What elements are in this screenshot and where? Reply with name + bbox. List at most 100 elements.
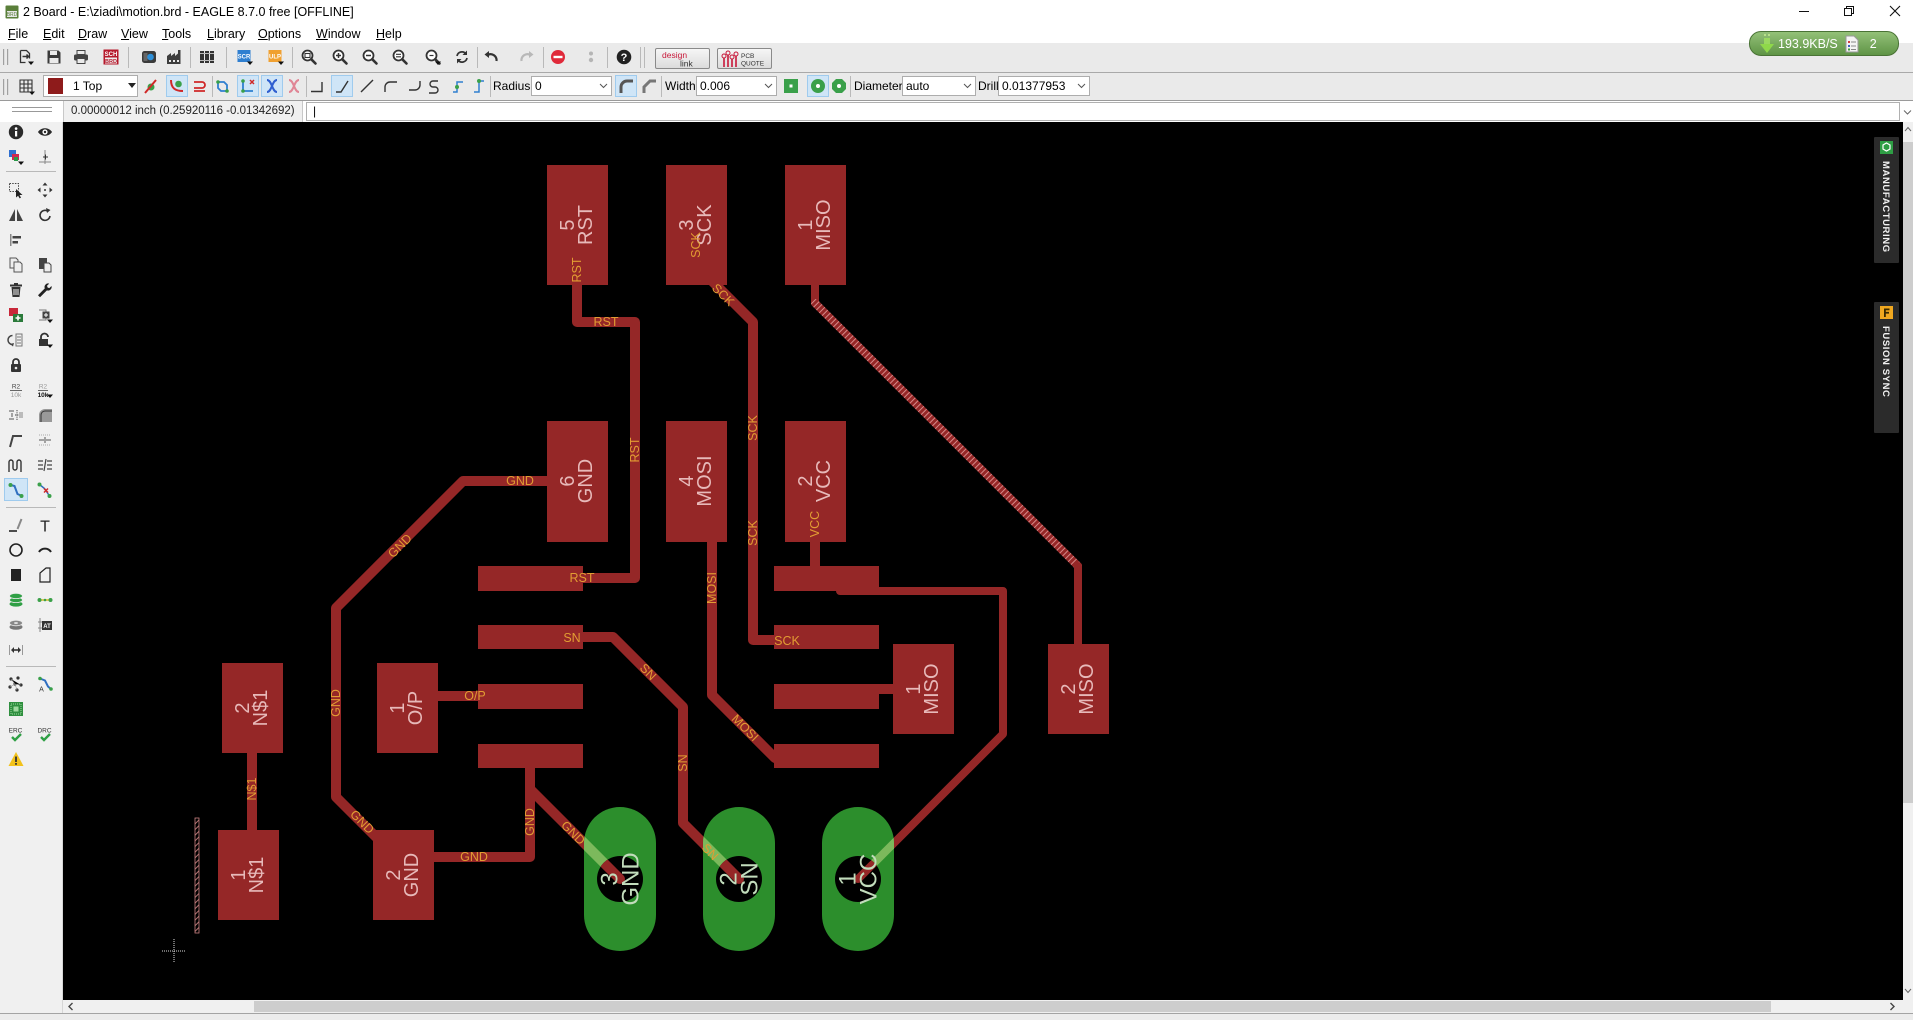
restore-button[interactable] — [1829, 0, 1869, 22]
menu-edit[interactable]: Edit — [43, 27, 65, 41]
board-canvas[interactable]: 5 RST 3 SCK 1 MISO 6 GND 4 MOSI 2 VCC 2 … — [63, 122, 1903, 1000]
paste-icon[interactable] — [33, 253, 57, 276]
via-round-icon[interactable] — [807, 75, 829, 97]
menu-view[interactable]: View — [121, 27, 148, 41]
print-icon[interactable] — [70, 46, 92, 68]
errors-warning-icon[interactable] — [4, 747, 28, 770]
panel-grip-icon[interactable] — [12, 106, 54, 114]
move-icon[interactable] — [33, 178, 57, 201]
signal-icon[interactable] — [33, 588, 57, 611]
lock-menu-icon[interactable] — [33, 328, 57, 351]
via-icon[interactable] — [4, 588, 28, 611]
horizontal-scrollbar[interactable] — [63, 1000, 1903, 1013]
show-icon[interactable] — [33, 120, 57, 143]
wire-icon[interactable] — [4, 513, 28, 536]
zoom-in-icon[interactable] — [329, 46, 351, 68]
trace-gnd-bottom[interactable] — [427, 760, 535, 862]
follow-me-partial-icon[interactable] — [283, 75, 305, 97]
manufacturing-panel-tab[interactable]: MANUFACTURING — [1874, 137, 1899, 263]
menu-window[interactable]: Window — [316, 27, 360, 41]
bend-arc-icon[interactable] — [380, 75, 402, 97]
save-icon[interactable] — [43, 46, 65, 68]
fusion-sync-panel-tab[interactable]: FUSION SYNC — [1874, 302, 1899, 433]
open-icon[interactable] — [15, 46, 37, 68]
meander-icon[interactable] — [4, 453, 28, 476]
via-octagon-icon[interactable] — [828, 75, 850, 97]
close-button[interactable] — [1875, 0, 1913, 22]
scroll-left-icon[interactable] — [67, 1002, 74, 1011]
menu-tools[interactable]: Tools — [162, 27, 191, 41]
change-wrench-icon[interactable] — [33, 278, 57, 301]
rectangle-icon[interactable] — [4, 563, 28, 586]
miter-icon[interactable] — [33, 403, 57, 426]
erc-icon[interactable]: ERC — [4, 722, 28, 745]
arc-icon[interactable] — [33, 538, 57, 561]
value-icon[interactable]: R2 10k — [33, 378, 57, 401]
route-icon[interactable] — [4, 478, 28, 501]
polygon-icon[interactable] — [33, 563, 57, 586]
scroll-right-icon[interactable] — [1889, 1002, 1896, 1011]
via-square-icon[interactable] — [780, 75, 802, 97]
pcb-quote-button[interactable]: PCB QUOTE — [717, 48, 772, 69]
menu-file[interactable]: File — [8, 27, 28, 41]
smash-icon[interactable] — [4, 403, 28, 426]
ic-pad-6[interactable] — [774, 684, 879, 709]
trace-miso-highlighted[interactable] — [811, 299, 1082, 570]
radius-select[interactable]: 0 — [531, 76, 612, 96]
rotate-icon[interactable] — [33, 203, 57, 226]
optimize-icon[interactable] — [33, 428, 57, 451]
ripup-icon[interactable] — [33, 478, 57, 501]
scroll-up-icon[interactable] — [1904, 126, 1912, 132]
switch-schematic-icon[interactable]: SCH BRD — [100, 46, 122, 68]
zoom-out-icon[interactable] — [359, 46, 381, 68]
network-speed-badge[interactable]: 193.9KB/S 2 — [1749, 31, 1899, 56]
grid-icon[interactable] — [16, 76, 38, 98]
group-select-icon[interactable] — [4, 178, 28, 201]
bend-free-icon[interactable] — [356, 75, 378, 97]
redraw-icon[interactable] — [451, 46, 473, 68]
manufacturing-icon[interactable] — [163, 46, 185, 68]
layer-select[interactable]: 1 Top — [43, 75, 138, 97]
board-drawing[interactable]: 5 RST 3 SCK 1 MISO 6 GND 4 MOSI 2 VCC 2 … — [63, 122, 1903, 1000]
info-icon[interactable] — [4, 120, 28, 143]
ic-pad-1[interactable] — [478, 566, 583, 591]
ic-pad-5[interactable] — [774, 744, 879, 768]
horizontal-scroll-thumb[interactable] — [254, 1001, 1771, 1012]
text-icon[interactable]: T — [33, 513, 57, 536]
copy-icon[interactable] — [4, 253, 28, 276]
command-history-chevron-icon[interactable] — [1903, 109, 1912, 116]
vertical-scroll-thumb[interactable] — [1903, 142, 1913, 803]
loop-removal-icon[interactable] — [212, 75, 234, 97]
undo-icon[interactable] — [480, 46, 502, 68]
scroll-down-icon[interactable] — [1904, 988, 1912, 994]
bend-s-icon[interactable] — [423, 75, 445, 97]
bend-90-icon[interactable] — [306, 75, 328, 97]
trace-gnd-left[interactable] — [331, 476, 554, 842]
menu-library[interactable]: Library — [207, 27, 245, 41]
library-icon[interactable] — [196, 46, 218, 68]
arc-round-icon[interactable] — [615, 75, 637, 97]
lock-icon[interactable] — [4, 353, 28, 376]
ulp-icon[interactable]: ULP — [265, 46, 287, 68]
redo-icon[interactable] — [516, 46, 538, 68]
cam-processor-icon[interactable] — [138, 46, 160, 68]
stop-icon[interactable] — [547, 46, 569, 68]
slice-icon[interactable] — [33, 453, 57, 476]
zoom-select-icon[interactable] — [389, 46, 411, 68]
layer-settings-icon[interactable] — [4, 145, 28, 168]
snap-icon[interactable] — [237, 75, 259, 97]
bend-via-alt-icon[interactable] — [468, 75, 490, 97]
ratsnest-icon[interactable] — [4, 672, 28, 695]
menu-draw[interactable]: Draw — [78, 27, 107, 41]
follow-me-icon[interactable] — [261, 75, 283, 97]
mark-icon[interactable] — [33, 145, 57, 168]
ic-pad-8[interactable] — [774, 566, 879, 591]
dimension-icon[interactable] — [4, 638, 28, 661]
zoom-fit-icon[interactable] — [298, 46, 320, 68]
mirror-icon[interactable] — [4, 203, 28, 226]
walkaround-obstacles-icon[interactable] — [166, 75, 188, 97]
arc-miter-icon[interactable] — [638, 75, 660, 97]
bend-45-icon[interactable] — [331, 75, 353, 97]
drill-select[interactable]: 0.01377953 — [998, 76, 1090, 96]
align-icon[interactable] — [4, 228, 28, 251]
